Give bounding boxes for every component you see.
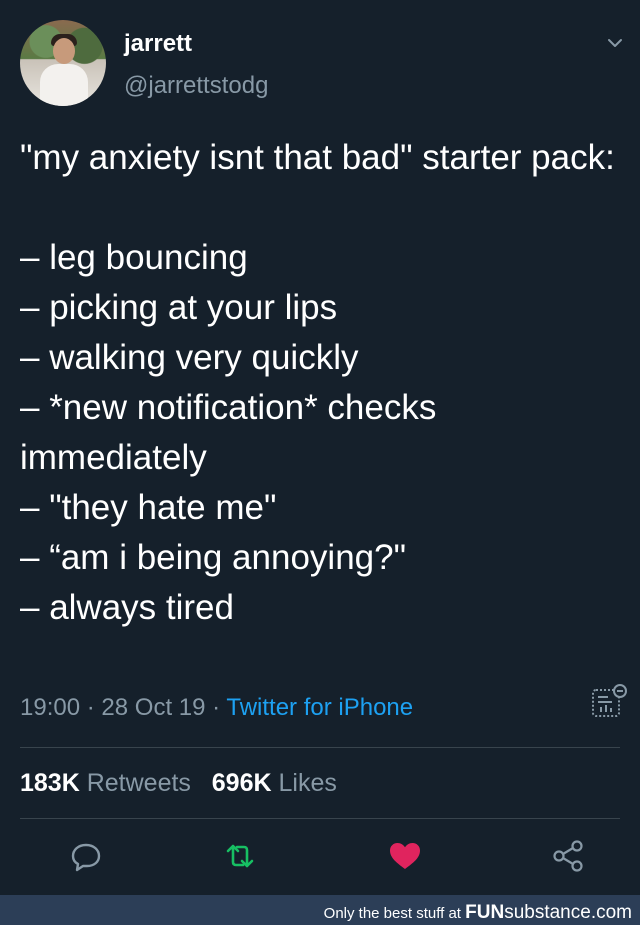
display-name[interactable]: jarrett (124, 30, 192, 58)
share-icon[interactable] (550, 838, 586, 874)
heart-icon[interactable] (387, 838, 423, 874)
avatar-head (53, 38, 75, 64)
watermark-brand[interactable]: FUNsubstance.com (465, 902, 632, 923)
tweet-time: 19:00 (20, 694, 81, 721)
tweet-text: "my anxiety isnt that bad" starter pack:… (20, 138, 615, 627)
tweet-meta: 19:00 · 28 Oct 19 · Twitter for iPhone (20, 694, 413, 722)
tweet-stats: 183K Retweets 696K Likes (20, 769, 337, 798)
meta-separator: · (212, 694, 221, 721)
tweet-card: jarrett @jarrettstodg "my anxiety isnt t… (0, 0, 640, 895)
watermark-brand-strong: FUN (465, 902, 505, 923)
likes-label[interactable]: Likes (279, 769, 337, 797)
avatar-shirt (40, 64, 88, 106)
likes-count[interactable]: 696K (212, 769, 272, 797)
divider (20, 747, 620, 748)
watermark-footer: Only the best stuff at FUNsubstance.com (0, 895, 640, 925)
avatar[interactable] (20, 20, 106, 106)
watermark-brand-rest: substance.com (504, 902, 632, 923)
watermark-text: Only the best stuff at FUNsubstance.com (324, 902, 632, 924)
chevron-down-icon[interactable] (606, 34, 624, 52)
watermark-tagline: Only the best stuff at (323, 905, 461, 922)
retweets-count[interactable]: 183K (20, 769, 80, 797)
retweets-label[interactable]: Retweets (87, 769, 191, 797)
retweet-icon[interactable] (222, 838, 258, 874)
reply-icon[interactable] (68, 838, 104, 874)
tweet-source-link[interactable]: Twitter for iPhone (226, 694, 413, 721)
meta-separator: · (86, 694, 95, 721)
tweet-date: 28 Oct 19 (101, 694, 206, 721)
divider (20, 818, 620, 819)
user-handle[interactable]: @jarrettstodg (124, 72, 268, 100)
analytics-icon[interactable] (590, 684, 628, 720)
